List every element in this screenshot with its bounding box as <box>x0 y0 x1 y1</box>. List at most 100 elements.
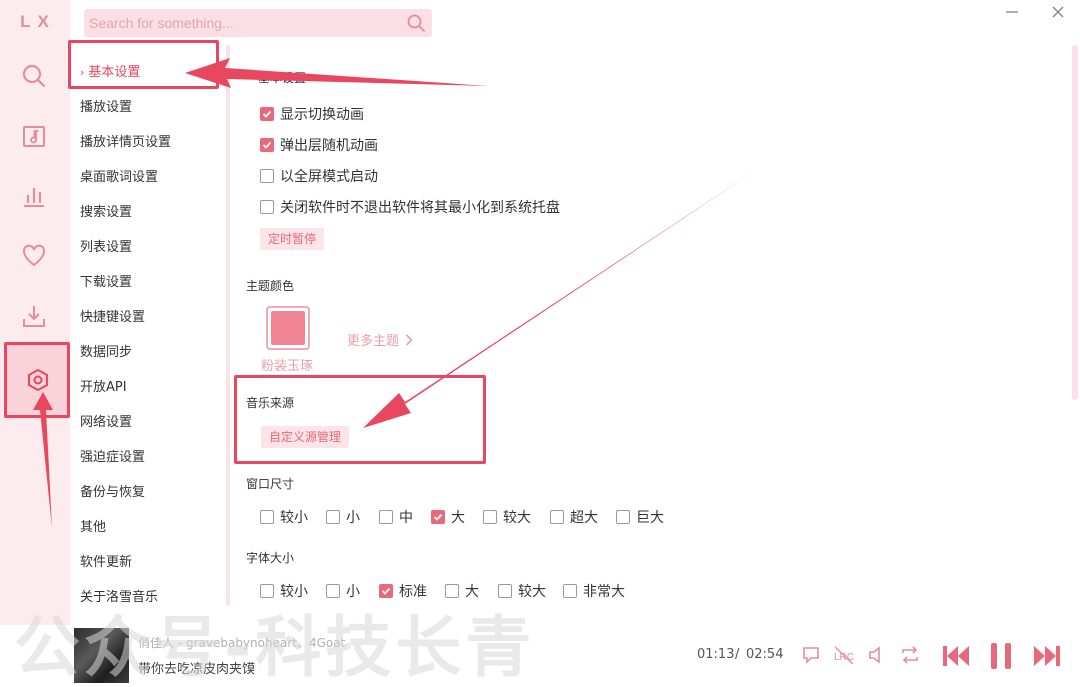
custom-source-button[interactable]: 自定义源管理 <box>261 426 350 448</box>
time-separator: / <box>735 647 740 662</box>
minimize-icon[interactable] <box>1004 4 1020 20</box>
font-size-option[interactable]: 小 <box>326 581 360 601</box>
checkbox-checked[interactable] <box>260 107 274 121</box>
theme-name-label: 粉装玉琢 <box>261 359 314 374</box>
nav-item-odc[interactable]: 强迫症设置 <box>80 446 145 465</box>
nav-item-about[interactable]: 关于洛雪音乐 <box>80 586 158 605</box>
next-button[interactable] <box>1032 642 1062 670</box>
pause-button[interactable] <box>987 642 1017 670</box>
nav-item-backup[interactable]: 备份与恢复 <box>80 481 145 500</box>
font-size-option[interactable]: 较小 <box>260 581 308 601</box>
rail-download-button[interactable] <box>12 294 56 338</box>
checkbox-unchecked[interactable] <box>379 510 393 524</box>
heart-icon <box>22 244 46 267</box>
search-input[interactable] <box>84 9 394 37</box>
checkbox-checked[interactable] <box>379 584 393 598</box>
search-box[interactable] <box>84 9 432 37</box>
album-cover[interactable] <box>74 628 129 683</box>
gear-icon <box>27 368 48 392</box>
checkbox-unchecked[interactable] <box>260 584 274 598</box>
nav-item-hotkey[interactable]: 快捷键设置 <box>80 306 145 325</box>
pause-icon <box>991 643 1011 669</box>
time-total: 02:54 <box>746 647 784 662</box>
rail-favorites-button[interactable] <box>12 234 56 278</box>
font-size-option[interactable]: 标准 <box>379 581 427 601</box>
rail-leaderboard-button[interactable] <box>12 174 56 218</box>
window-size-option[interactable]: 较小 <box>260 507 308 527</box>
prev-button[interactable] <box>941 642 971 670</box>
window-size-option[interactable]: 小 <box>326 507 360 527</box>
volume-button[interactable] <box>866 644 888 666</box>
search-icon[interactable] <box>406 13 426 33</box>
close-icon[interactable] <box>1050 4 1066 20</box>
checkbox-unchecked[interactable] <box>550 510 564 524</box>
nav-item-list[interactable]: 列表设置 <box>80 236 132 255</box>
rail-search-button[interactable] <box>12 54 56 98</box>
option-switch-animation[interactable]: 显示切换动画 <box>260 104 364 124</box>
more-themes-link[interactable]: 更多主题 <box>347 330 413 349</box>
skip-previous-icon <box>943 646 969 666</box>
nav-item-basic[interactable]: › 基本设置 <box>80 61 140 80</box>
content-scrollbar[interactable] <box>1072 45 1078 400</box>
checkbox-checked[interactable] <box>260 138 274 152</box>
option-popup-animation[interactable]: 弹出层随机动画 <box>260 135 378 155</box>
checkbox-unchecked[interactable] <box>326 584 340 598</box>
checkbox-unchecked[interactable] <box>498 584 512 598</box>
search-icon <box>22 64 46 88</box>
option-minimize-tray[interactable]: 关闭软件时不退出软件将其最小化到系统托盘 <box>260 197 560 217</box>
window-size-option[interactable]: 大 <box>431 507 465 527</box>
timer-pause-button[interactable]: 定时暂停 <box>260 228 325 250</box>
nav-item-other[interactable]: 其他 <box>80 516 106 535</box>
checkbox-unchecked[interactable] <box>563 584 577 598</box>
rail-songlist-button[interactable] <box>12 114 56 158</box>
checkbox-unchecked[interactable] <box>326 510 340 524</box>
checkbox-unchecked[interactable] <box>616 510 630 524</box>
nav-item-download[interactable]: 下载设置 <box>80 271 132 290</box>
nav-scrollbar[interactable] <box>226 45 230 605</box>
checkbox-unchecked[interactable] <box>483 510 497 524</box>
section-title-basic: 基本设置 <box>258 71 307 85</box>
comment-icon <box>803 647 819 664</box>
volume-icon <box>869 646 880 664</box>
checkbox-unchecked[interactable] <box>260 510 274 524</box>
nav-item-update[interactable]: 软件更新 <box>80 551 132 570</box>
section-title-music-source: 音乐来源 <box>246 396 295 410</box>
window-size-option[interactable]: 中 <box>379 507 413 527</box>
nav-item-desktop-lyric[interactable]: 桌面歌词设置 <box>80 166 158 185</box>
section-title-font-size: 字体大小 <box>246 551 295 565</box>
time-current: 01:13 <box>697 647 735 662</box>
window-size-option[interactable]: 较大 <box>483 507 531 527</box>
font-size-option[interactable]: 大 <box>445 581 479 601</box>
checkbox-unchecked[interactable] <box>260 200 274 214</box>
play-mode-button[interactable] <box>899 644 921 666</box>
desktop-lyric-button[interactable]: LRC <box>833 644 855 666</box>
section-title-window-size: 窗口尺寸 <box>246 477 295 491</box>
skip-next-icon <box>1034 646 1060 666</box>
window-size-option[interactable]: 巨大 <box>616 507 664 527</box>
font-size-option[interactable]: 非常大 <box>563 581 625 601</box>
font-size-option[interactable]: 较大 <box>498 581 546 601</box>
music-list-icon <box>23 126 45 147</box>
checkbox-unchecked[interactable] <box>260 169 274 183</box>
checkbox-checked[interactable] <box>431 510 445 524</box>
option-fullscreen-start[interactable]: 以全屏模式启动 <box>260 166 378 186</box>
bar-chart-icon <box>24 188 44 207</box>
rail-settings-button[interactable] <box>5 343 70 417</box>
nav-item-search[interactable]: 搜索设置 <box>80 201 132 220</box>
chevron-right-icon <box>405 333 413 346</box>
comment-button[interactable] <box>800 644 822 666</box>
nav-item-network[interactable]: 网络设置 <box>80 411 132 430</box>
section-title-theme: 主题颜色 <box>246 279 295 293</box>
nav-item-sync[interactable]: 数据同步 <box>80 341 132 360</box>
settings-content: 基本设置 显示切换动画 弹出层随机动画 以全屏模式启动 关闭软件时不退出软件将其… <box>232 45 1070 625</box>
app-logo: LX <box>20 12 56 31</box>
checkbox-unchecked[interactable] <box>445 584 459 598</box>
nav-item-open-api[interactable]: 开放API <box>80 376 127 395</box>
chevron-right-icon: › <box>80 66 85 79</box>
theme-swatch-current[interactable] <box>266 306 310 350</box>
nav-item-playback[interactable]: 播放设置 <box>80 96 132 115</box>
nav-item-play-detail[interactable]: 播放详情页设置 <box>80 131 171 150</box>
window-size-option[interactable]: 超大 <box>550 507 598 527</box>
icon-rail: LX <box>0 0 70 687</box>
download-icon <box>23 306 45 327</box>
